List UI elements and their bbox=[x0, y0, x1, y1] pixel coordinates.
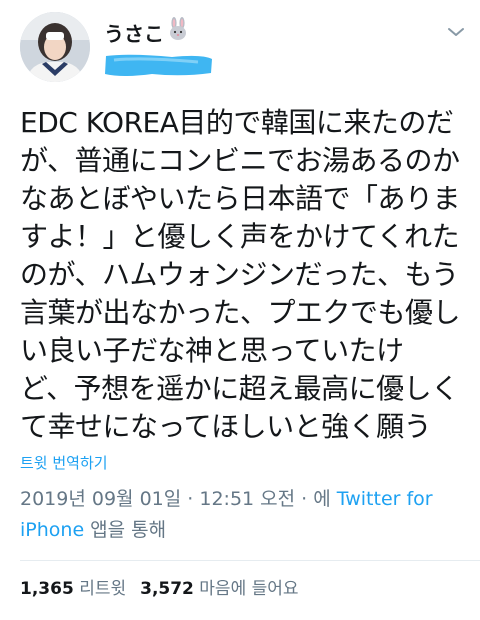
divider bbox=[20, 560, 480, 561]
meta-separator: · bbox=[181, 488, 200, 510]
client-link-line1[interactable]: Twitter for bbox=[337, 488, 433, 510]
tweet-text: EDC KOREA目的で韓国に来たのだ が、普通にコンビニでお湯あるのか なあと… bbox=[20, 106, 461, 443]
tweet-time: 12:51 오전 bbox=[199, 488, 296, 510]
client-suffix: 앱을 통해 bbox=[84, 519, 167, 541]
avatar-image bbox=[20, 12, 90, 82]
retweets-count[interactable]: 1,365 bbox=[20, 579, 74, 599]
tweet-date: 2019년 09월 01일 bbox=[20, 488, 182, 510]
likes-label[interactable]: 마음에 들어요 bbox=[199, 579, 298, 599]
chevron-down-icon[interactable] bbox=[446, 24, 466, 38]
tweet-stats: 1,365 리트윗 3,572 마음에 들어요 bbox=[20, 574, 299, 599]
retweets-label[interactable]: 리트윗 bbox=[79, 579, 126, 599]
client-link-line2[interactable]: iPhone bbox=[20, 519, 84, 541]
avatar[interactable] bbox=[20, 12, 90, 82]
tweet-metadata: 2019년 09월 01일 · 12:51 오전 · 에 Twitter for… bbox=[20, 484, 460, 546]
tweet-header: うさこ bbox=[0, 0, 480, 96]
meta-separator-via: · 에 bbox=[295, 488, 337, 510]
redacted-handle bbox=[102, 52, 214, 78]
translate-tweet-link[interactable]: 트윗 번역하기 bbox=[20, 452, 108, 473]
rabbit-emoji-icon bbox=[166, 17, 190, 41]
likes-count[interactable]: 3,572 bbox=[140, 579, 194, 599]
display-name[interactable]: うさこ bbox=[104, 18, 164, 47]
